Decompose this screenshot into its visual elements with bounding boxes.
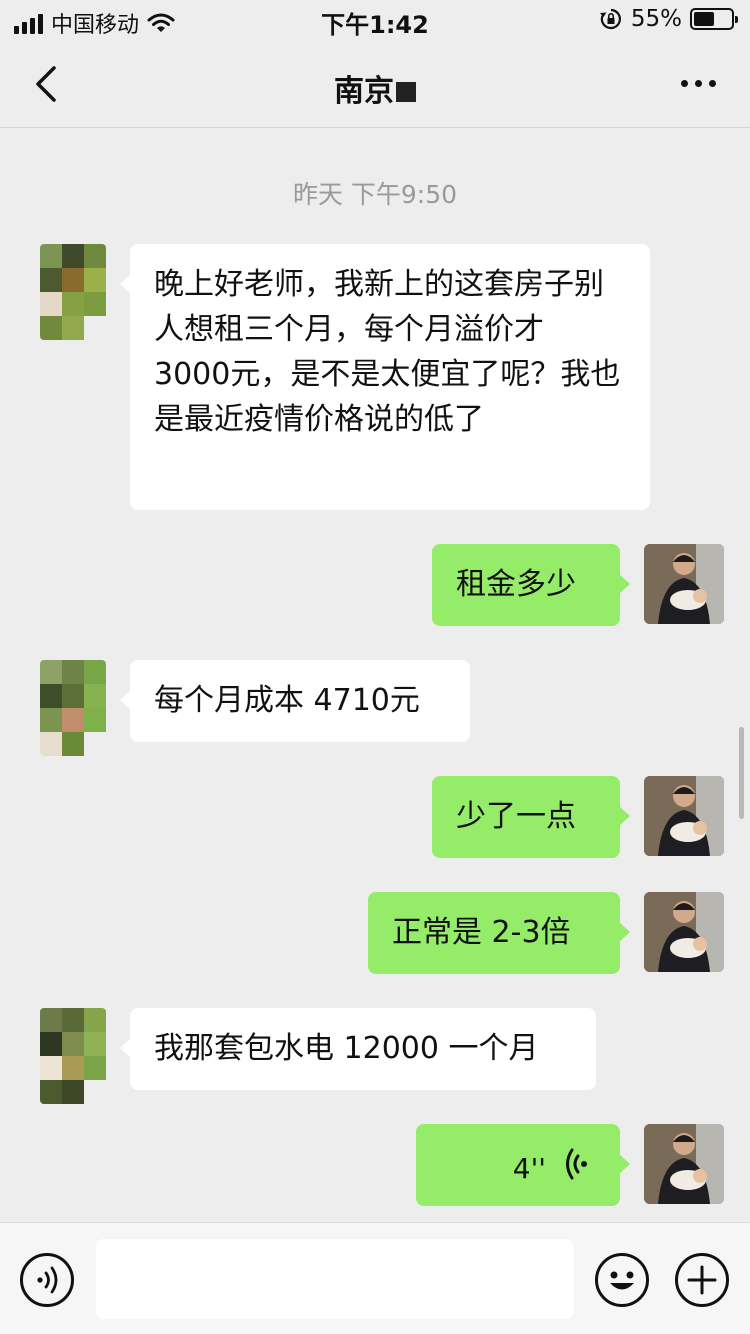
chat-header: 南京 (0, 40, 750, 128)
user-avatar-image (644, 544, 724, 624)
chat-title: 南京 (0, 66, 750, 110)
contact-avatar[interactable] (40, 1008, 106, 1104)
contact-avatar[interactable] (40, 660, 106, 756)
voice-message-bubble[interactable]: 4'' (416, 1124, 630, 1206)
message-text: 我那套包水电 12000 一个月 (154, 1031, 539, 1066)
voice-mode-icon (37, 1266, 58, 1294)
user-avatar[interactable] (644, 1124, 724, 1204)
input-bar (0, 1222, 750, 1334)
rotation-lock-icon (599, 8, 621, 30)
user-avatar-image (644, 776, 724, 856)
status-bar: 中国移动 下午1:42 55% (0, 0, 750, 40)
battery-percent: 55% (630, 6, 682, 32)
voice-mode-button[interactable] (20, 1253, 74, 1307)
message-bubble-incoming[interactable]: 每个月成本 4710元 (120, 660, 470, 742)
plus-button[interactable] (675, 1253, 729, 1307)
battery-icon (690, 8, 738, 30)
message-text: 晚上好老师，我新上的这套房子别人想租三个月，每个月溢价才 3000元，是不是太便… (154, 267, 621, 437)
plus-icon (687, 1265, 717, 1295)
message-bubble-incoming[interactable]: 我那套包水电 12000 一个月 (120, 1008, 596, 1090)
voice-duration: 4'' (512, 1152, 546, 1185)
user-avatar-image (644, 1124, 724, 1204)
voice-playback-icon (566, 1148, 587, 1180)
message-bubble-outgoing[interactable]: 租金多少 (432, 544, 630, 626)
message-bubble-outgoing[interactable]: 少了一点 (432, 776, 630, 858)
message-bubble-incoming[interactable]: 晚上好老师，我新上的这套房子别人想租三个月，每个月溢价才 3000元，是不是太便… (120, 244, 650, 510)
message-text: 正常是 2-3倍 (392, 915, 571, 950)
more-dots-icon[interactable] (681, 80, 716, 87)
user-avatar[interactable] (644, 544, 724, 624)
redaction-mark (396, 82, 416, 102)
emoji-icon (610, 1271, 634, 1290)
message-text: 少了一点 (456, 799, 576, 834)
user-avatar[interactable] (644, 776, 724, 856)
user-avatar-image (644, 892, 724, 972)
message-text: 租金多少 (456, 567, 576, 602)
message-bubble-outgoing[interactable]: 正常是 2-3倍 (368, 892, 630, 974)
contact-avatar[interactable] (40, 244, 106, 340)
message-timestamp: 昨天 下午9:50 (292, 180, 458, 209)
user-avatar[interactable] (644, 892, 724, 972)
scrollbar[interactable] (739, 727, 744, 819)
emoji-button[interactable] (595, 1253, 649, 1307)
message-text: 每个月成本 4710元 (154, 683, 420, 718)
chat-title-text: 南京 (334, 74, 394, 109)
message-input[interactable] (96, 1239, 574, 1319)
message-list: 昨天 下午9:50 晚上好老师，我新上的这套房子别人想租三个月，每个月溢价才 3… (0, 129, 750, 1222)
